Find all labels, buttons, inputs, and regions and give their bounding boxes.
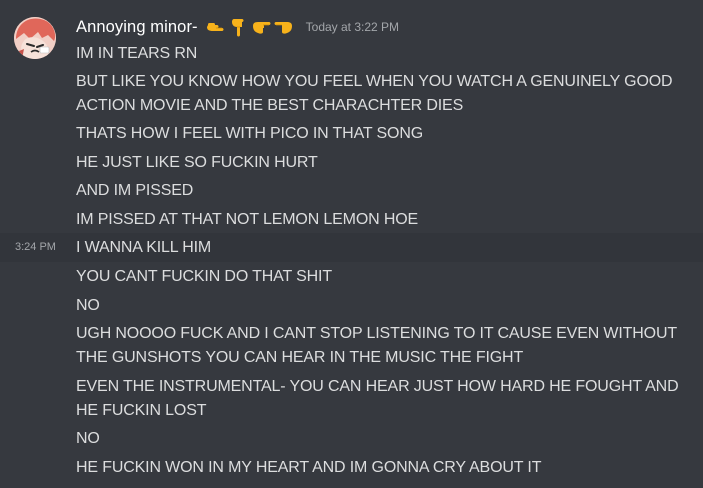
message-text: NO (76, 430, 100, 447)
hover-timestamp[interactable]: 3:24 PM (15, 235, 56, 259)
message-text: EVEN THE INSTRUMENTAL- YOU CAN HEAR JUST… (76, 378, 679, 419)
message-line[interactable]: NO (0, 425, 703, 453)
message-line-hovered[interactable]: 3:24 PM I WANNA KILL HIM (0, 233, 703, 262)
username-emojis (204, 16, 296, 38)
message-text: HE FUCKIN WON IN MY HEART AND IM GONNA C… (76, 459, 542, 476)
chat-messages: Annoying minor- Today at 3:22 PM IM IN T… (0, 0, 703, 488)
message-text: YOU CANT FUCKIN DO THAT SHIT (76, 268, 332, 285)
message-line[interactable]: AND IM PISSED (0, 177, 703, 205)
pointing-left-hand-emoji (274, 22, 292, 34)
message-line[interactable]: BUT LIKE YOU KNOW HOW YOU FEEL WHEN YOU … (0, 67, 703, 123)
username[interactable]: Annoying minor- (76, 18, 198, 37)
message-line[interactable]: HE FUCKIN WON IN MY HEART AND IM GONNA C… (0, 453, 703, 483)
message-text: I WANNA KILL HIM (76, 239, 212, 256)
message-text: HE JUST LIKE SO FUCKIN HURT (76, 154, 318, 171)
message-line[interactable]: UGH NOOOO FUCK AND I CANT STOP LISTENING… (0, 319, 703, 372)
message-line[interactable]: EVEN THE INSTRUMENTAL- YOU CAN HEAR JUST… (0, 372, 703, 425)
message-text: BUT LIKE YOU KNOW HOW YOU FEEL WHEN YOU … (76, 73, 673, 114)
message-text: AND IM PISSED (76, 182, 194, 199)
message-timestamp[interactable]: Today at 3:22 PM (306, 20, 399, 34)
message-line[interactable]: NO (0, 291, 703, 319)
message-text: NO (76, 297, 100, 314)
message-line[interactable]: HE JUST LIKE SO FUCKIN HURT (0, 148, 703, 176)
message-line[interactable]: IM PISSED AT THAT NOT LEMON LEMON HOE (0, 205, 703, 233)
pointing-right-hand-emoji (252, 22, 271, 34)
pointing-right-hand-emoji (206, 23, 224, 31)
message-line[interactable]: IM IN TEARS RN (0, 39, 703, 67)
message-line[interactable]: YOU CANT FUCKIN DO THAT SHIT (0, 262, 703, 290)
message-header: Annoying minor- Today at 3:22 PM (76, 15, 399, 39)
message-text: IM PISSED AT THAT NOT LEMON LEMON HOE (76, 211, 419, 228)
message-text: UGH NOOOO FUCK AND I CANT STOP LISTENING… (76, 325, 677, 366)
message-text: IM IN TEARS RN (76, 45, 198, 62)
message-line[interactable]: THATS HOW I FEEL WITH PICO IN THAT SONG (0, 120, 703, 148)
message-text: THATS HOW I FEEL WITH PICO IN THAT SONG (76, 125, 424, 142)
pointing-down-hand-emoji (231, 19, 244, 37)
